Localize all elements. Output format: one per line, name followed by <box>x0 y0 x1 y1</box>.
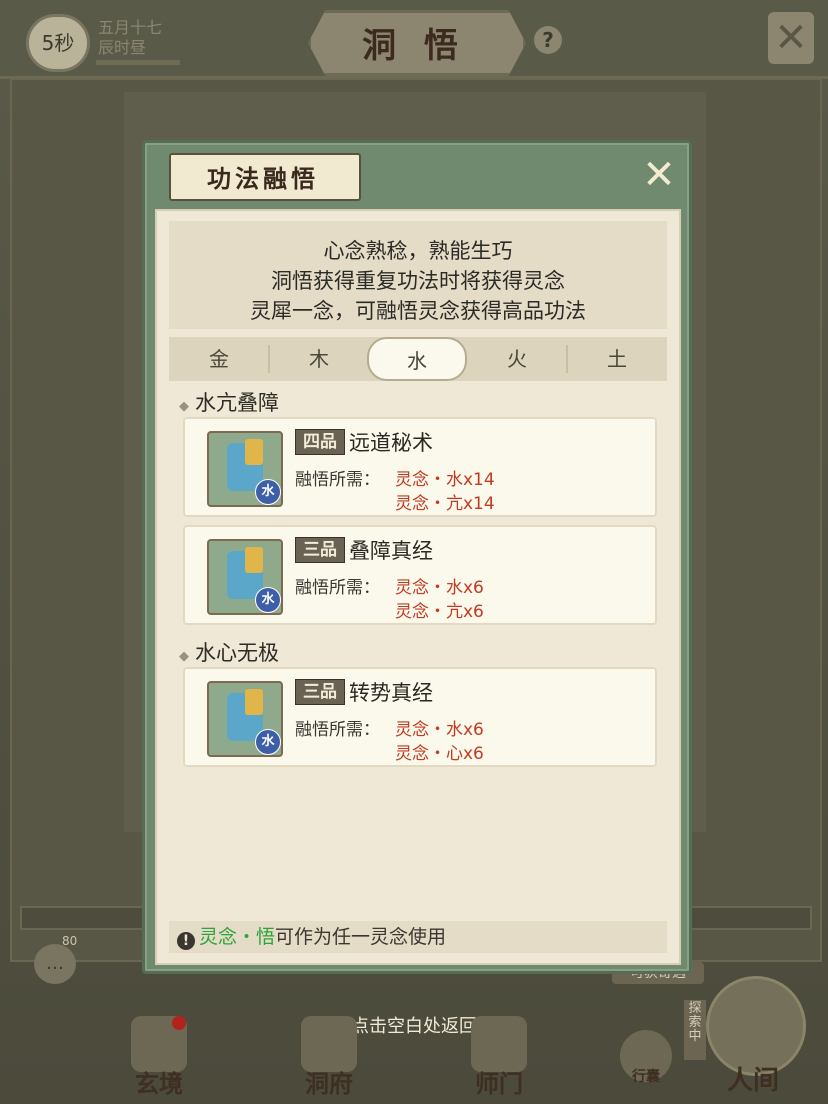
skill-scroll-icon: 水 <box>207 539 283 615</box>
chat-icon[interactable]: … <box>34 944 76 984</box>
nav-label: 洞府 <box>305 1069 353 1098</box>
tab-earth[interactable]: 土 <box>567 337 667 381</box>
help-icon[interactable]: ? <box>534 26 562 54</box>
intro-line: 灵犀一念，可融悟灵念获得高品功法 <box>250 299 586 323</box>
chat-count: 80 <box>62 934 78 948</box>
intro-line: 心念熟稔，熟能生巧 <box>323 239 513 263</box>
nav-label: 玄境 <box>135 1069 183 1098</box>
info-icon: ! <box>177 932 195 950</box>
nav-label: 师门 <box>475 1069 523 1098</box>
notification-dot <box>172 1016 186 1030</box>
tab-wood[interactable]: 木 <box>269 337 369 381</box>
modal-close-button[interactable]: ✕ <box>639 155 679 195</box>
skill-card[interactable]: 水 三品 转势真经 融悟所需： 灵念・水x6 灵念・心x6 <box>183 667 657 767</box>
group-title: ◆ 水心无极 <box>179 637 279 667</box>
modal-title: 功法融悟 <box>207 164 319 193</box>
timer-badge: 5秒 <box>26 14 90 72</box>
requirement-1: 灵念・水x14 <box>395 470 495 490</box>
skill-name: 远道秘术 <box>349 431 433 455</box>
skill-scroll-icon: 水 <box>207 681 283 757</box>
nav-shimen[interactable]: 师门 <box>456 1016 542 1098</box>
element-badge: 水 <box>255 729 281 755</box>
skill-card[interactable]: 水 三品 叠障真经 融悟所需： 灵念・水x6 灵念・亢x6 <box>183 525 657 625</box>
requirement-2: 灵念・心x6 <box>395 744 484 764</box>
explore-tag: 探索中 <box>684 1000 706 1060</box>
page-title: 洞 悟 <box>362 26 466 66</box>
modal-body: 心念熟稔，熟能生巧 洞悟获得重复功法时将获得灵念 灵犀一念，可融悟灵念获得高品功… <box>155 209 681 965</box>
intro-line: 洞悟获得重复功法时将获得灵念 <box>271 269 565 293</box>
requirement-label: 融悟所需： <box>295 578 380 598</box>
tab-metal[interactable]: 金 <box>169 337 269 381</box>
requirement-label: 融悟所需： <box>295 720 380 740</box>
footer-note: ! 灵念・悟可作为任一灵念使用 <box>169 921 667 953</box>
grade-badge: 三品 <box>295 537 345 563</box>
diamond-icon: ◆ <box>179 399 189 414</box>
time-progress-bar <box>96 60 180 65</box>
intro-box: 心念熟稔，熟能生巧 洞悟获得重复功法时将获得灵念 灵犀一念，可融悟灵念获得高品功… <box>169 221 667 329</box>
bell-icon <box>245 547 263 573</box>
skill-fusion-modal: 功法融悟 ✕ 心念熟稔，熟能生巧 洞悟获得重复功法时将获得灵念 灵犀一念，可融悟… <box>142 140 692 974</box>
bell-icon <box>245 439 263 465</box>
group-title-text: 水亢叠障 <box>195 391 279 415</box>
requirement-2: 灵念・亢x6 <box>395 602 484 622</box>
footer-text: 可作为任一灵念使用 <box>275 926 447 948</box>
requirement-label: 融悟所需： <box>295 470 380 490</box>
page-close-button[interactable]: ✕ <box>768 12 814 64</box>
element-tabs: 金 木 水 火 土 <box>169 337 667 381</box>
group-title-text: 水心无极 <box>195 641 279 665</box>
skill-name: 叠障真经 <box>349 539 433 563</box>
requirement-1: 灵念・水x6 <box>395 720 484 740</box>
date-line-2: 辰时昼 <box>98 38 147 57</box>
bell-icon <box>245 689 263 715</box>
diamond-icon: ◆ <box>179 649 189 664</box>
skill-card[interactable]: 水 四品 远道秘术 融悟所需： 灵念・水x14 灵念・亢x14 <box>183 417 657 517</box>
requirement-2: 灵念・亢x14 <box>395 494 495 514</box>
element-badge: 水 <box>255 587 281 613</box>
bag-label: 行囊 <box>632 1069 660 1085</box>
footer-accent: 灵念・悟 <box>199 926 276 948</box>
group-title: ◆ 水亢叠障 <box>179 387 279 417</box>
tab-fire[interactable]: 火 <box>467 337 567 381</box>
grade-badge: 三品 <box>295 679 345 705</box>
tab-water[interactable]: 水 <box>367 337 467 381</box>
world-label: 人间 <box>726 1066 779 1096</box>
nav-dongfu[interactable]: 洞府 <box>286 1016 372 1098</box>
skill-name: 转势真经 <box>349 681 433 705</box>
nav-xuanjing[interactable]: 玄境 <box>116 1016 202 1098</box>
skill-scroll-icon: 水 <box>207 431 283 507</box>
grade-badge: 四品 <box>295 429 345 455</box>
element-badge: 水 <box>255 479 281 505</box>
requirement-1: 灵念・水x6 <box>395 578 484 598</box>
